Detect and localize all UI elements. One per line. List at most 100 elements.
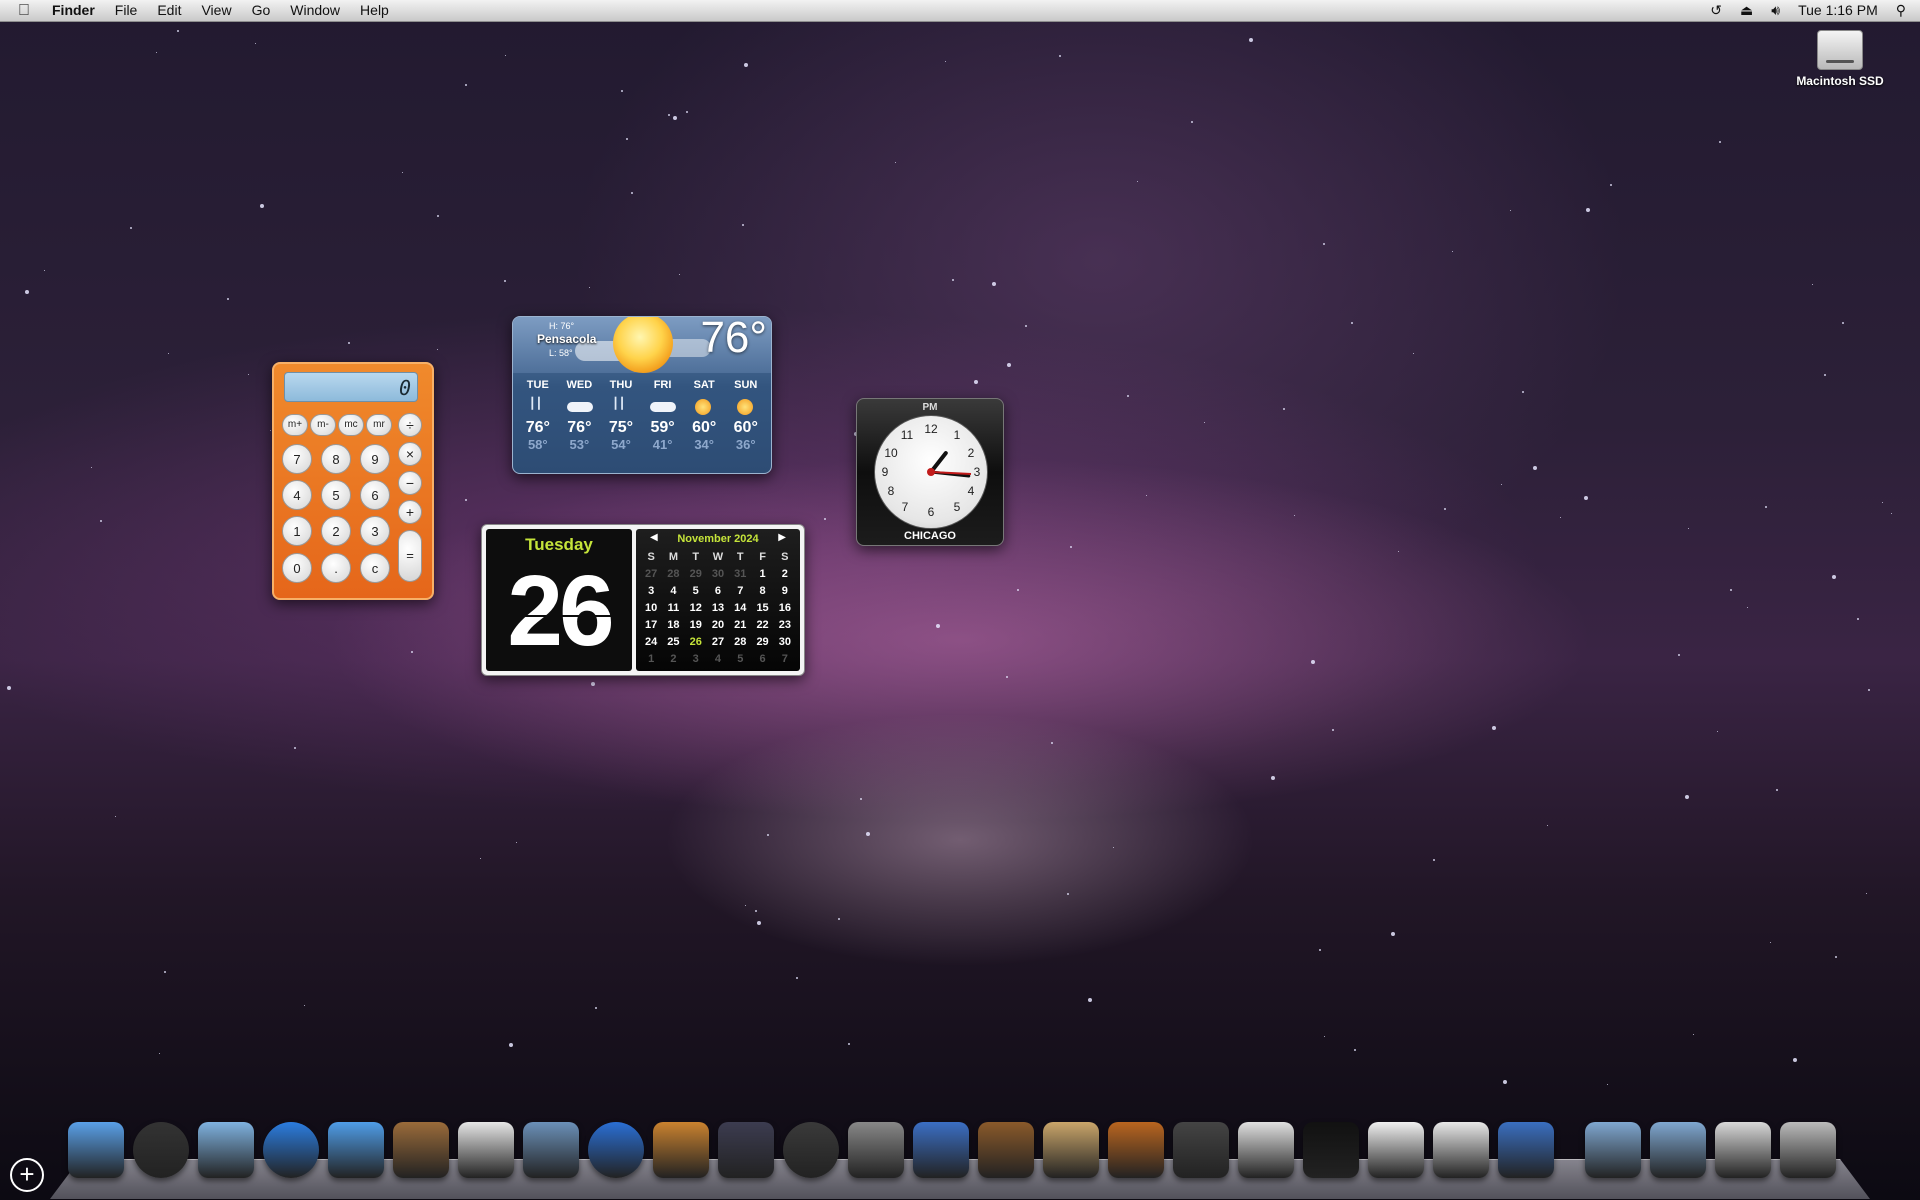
calendar-date-cell[interactable]: 14 bbox=[729, 600, 751, 617]
calc-1-button[interactable]: 1 bbox=[282, 516, 312, 546]
calendar-date-cell[interactable]: 27 bbox=[707, 634, 729, 651]
calendar-date-cell[interactable]: 1 bbox=[640, 651, 662, 668]
calendar-widget[interactable]: Tuesday 26 ◀ November 2024 ▶ S M T W T F S 27 28… bbox=[481, 524, 805, 676]
calc-3-button[interactable]: 3 bbox=[360, 516, 390, 546]
calendar-date-cell[interactable]: 12 bbox=[685, 600, 707, 617]
expose-icon[interactable] bbox=[718, 1122, 774, 1178]
calendar-date-cell[interactable]: 11 bbox=[662, 600, 684, 617]
app-menu-finder[interactable]: Finder bbox=[42, 0, 105, 21]
pages-icon[interactable] bbox=[1368, 1122, 1424, 1178]
calendar-date-cell[interactable]: 29 bbox=[751, 634, 773, 651]
weather-widget[interactable]: H: 76° Pensacola L: 58° 76° TUE 76° 58° … bbox=[512, 316, 772, 474]
calc-mc-button[interactable]: mc bbox=[338, 414, 364, 436]
safari-icon[interactable] bbox=[263, 1122, 319, 1178]
applications-stack-icon[interactable] bbox=[1715, 1122, 1771, 1178]
terminal-icon[interactable] bbox=[1303, 1122, 1359, 1178]
calendar-date-cell[interactable]: 22 bbox=[751, 617, 773, 634]
menu-view[interactable]: View bbox=[191, 0, 241, 21]
calendar-date-cell[interactable]: 27 bbox=[640, 566, 662, 583]
calendar-date-cell[interactable]: 3 bbox=[685, 651, 707, 668]
itunes-icon[interactable] bbox=[588, 1122, 644, 1178]
volume-icon[interactable]: 🔊︎ bbox=[1762, 0, 1789, 21]
calendar-date-cell[interactable]: 6 bbox=[751, 651, 773, 668]
next-month-arrow-icon[interactable]: ▶ bbox=[778, 532, 786, 543]
calc-5-button[interactable]: 5 bbox=[321, 480, 351, 510]
xcode-icon[interactable] bbox=[913, 1122, 969, 1178]
calendar-date-cell[interactable]: 18 bbox=[662, 617, 684, 634]
eject-icon[interactable]: ⏏ bbox=[1731, 0, 1762, 21]
calc-mminus-button[interactable]: m- bbox=[310, 414, 336, 436]
calc-8-button[interactable]: 8 bbox=[321, 444, 351, 474]
calendar-date-cell[interactable]: 19 bbox=[685, 617, 707, 634]
calendar-date-cell[interactable]: 30 bbox=[707, 566, 729, 583]
mail-icon[interactable] bbox=[198, 1122, 254, 1178]
calendar-date-cell[interactable]: 23 bbox=[774, 617, 796, 634]
spotlight-icon[interactable]: ⚲ bbox=[1887, 0, 1920, 21]
calendar-date-cell[interactable]: 25 bbox=[662, 634, 684, 651]
menu-edit[interactable]: Edit bbox=[147, 0, 191, 21]
calc-9-button[interactable]: 9 bbox=[360, 444, 390, 474]
menu-clock[interactable]: Tue 1:16 PM bbox=[1789, 0, 1887, 21]
calendar-date-cell[interactable]: 9 bbox=[774, 583, 796, 600]
calendar-date-cell[interactable]: 3 bbox=[640, 583, 662, 600]
apple-menu-icon[interactable]:  bbox=[0, 2, 42, 20]
calendar-date-cell[interactable]: 28 bbox=[729, 634, 751, 651]
calc-4-button[interactable]: 4 bbox=[282, 480, 312, 510]
image-capture-icon[interactable] bbox=[653, 1122, 709, 1178]
calendar-date-cell[interactable]: 21 bbox=[729, 617, 751, 634]
garageband-icon[interactable] bbox=[978, 1122, 1034, 1178]
calendar-date-cell[interactable]: 20 bbox=[707, 617, 729, 634]
address-book-icon[interactable] bbox=[393, 1122, 449, 1178]
calc-equals-button[interactable]: = bbox=[398, 530, 422, 582]
calc-clear-button[interactable]: c bbox=[360, 553, 390, 583]
calendar-date-cell[interactable]: 24 bbox=[640, 634, 662, 651]
finder-icon[interactable] bbox=[68, 1122, 124, 1178]
add-widget-button[interactable]: + bbox=[10, 1158, 44, 1192]
trash-icon[interactable] bbox=[1780, 1122, 1836, 1178]
menu-file[interactable]: File bbox=[105, 0, 148, 21]
textedit-icon[interactable] bbox=[1238, 1122, 1294, 1178]
ichat-icon[interactable] bbox=[328, 1122, 384, 1178]
safari-dev-icon[interactable] bbox=[1498, 1122, 1554, 1178]
calc-7-button[interactable]: 7 bbox=[282, 444, 312, 474]
menu-help[interactable]: Help bbox=[350, 0, 399, 21]
calendar-date-cell[interactable]: 5 bbox=[729, 651, 751, 668]
calendar-date-cell[interactable]: 26 bbox=[685, 634, 707, 651]
calendar-date-cell[interactable]: 28 bbox=[662, 566, 684, 583]
calendar-date-cell[interactable]: 2 bbox=[774, 566, 796, 583]
calendar-date-cell[interactable]: 31 bbox=[729, 566, 751, 583]
calendar-date-cell[interactable]: 13 bbox=[707, 600, 729, 617]
calc-mplus-button[interactable]: m+ bbox=[282, 414, 308, 436]
calendar-date-cell[interactable]: 4 bbox=[707, 651, 729, 668]
calendar-date-cell[interactable]: 8 bbox=[751, 583, 773, 600]
calc-multiply-button[interactable]: × bbox=[398, 442, 422, 466]
world-clock-widget[interactable]: PM 12 1 2 3 4 5 6 7 8 9 10 11 CHICAGO bbox=[856, 398, 1004, 546]
calc-mr-button[interactable]: mr bbox=[366, 414, 392, 436]
iphoto-icon[interactable] bbox=[523, 1122, 579, 1178]
calendar-date-cell[interactable]: 5 bbox=[685, 583, 707, 600]
calendar-date-cell[interactable]: 7 bbox=[729, 583, 751, 600]
menu-go[interactable]: Go bbox=[242, 0, 281, 21]
script-editor-icon[interactable] bbox=[1173, 1122, 1229, 1178]
desktop-drive[interactable]: Macintosh SSD bbox=[1790, 30, 1890, 88]
system-preferences-icon[interactable] bbox=[848, 1122, 904, 1178]
documents-folder-icon[interactable] bbox=[1585, 1122, 1641, 1178]
plist-editor-icon[interactable] bbox=[1433, 1122, 1489, 1178]
calendar-date-cell[interactable]: 2 bbox=[662, 651, 684, 668]
calendar-date-cell[interactable]: 30 bbox=[774, 634, 796, 651]
calendar-date-cell[interactable]: 10 bbox=[640, 600, 662, 617]
calendar-date-cell[interactable]: 6 bbox=[707, 583, 729, 600]
calc-6-button[interactable]: 6 bbox=[360, 480, 390, 510]
calendar-date-cell[interactable]: 29 bbox=[685, 566, 707, 583]
menu-window[interactable]: Window bbox=[280, 0, 350, 21]
calendar-date-cell[interactable]: 7 bbox=[774, 651, 796, 668]
time-machine-icon[interactable]: ↺ bbox=[1701, 0, 1731, 21]
calc-plus-button[interactable]: + bbox=[398, 500, 422, 524]
calculator-widget[interactable]: 0 m+ m- mc mr ÷ 7 8 9 × 4 5 6 − + 1 2 3 … bbox=[272, 362, 434, 600]
calendar-date-cell[interactable]: 4 bbox=[662, 583, 684, 600]
calendar-date-cell[interactable]: 17 bbox=[640, 617, 662, 634]
downloads-folder-icon[interactable] bbox=[1650, 1122, 1706, 1178]
calc-0-button[interactable]: 0 bbox=[282, 553, 312, 583]
calendar-date-cell[interactable]: 1 bbox=[751, 566, 773, 583]
time-machine-icon[interactable] bbox=[783, 1122, 839, 1178]
